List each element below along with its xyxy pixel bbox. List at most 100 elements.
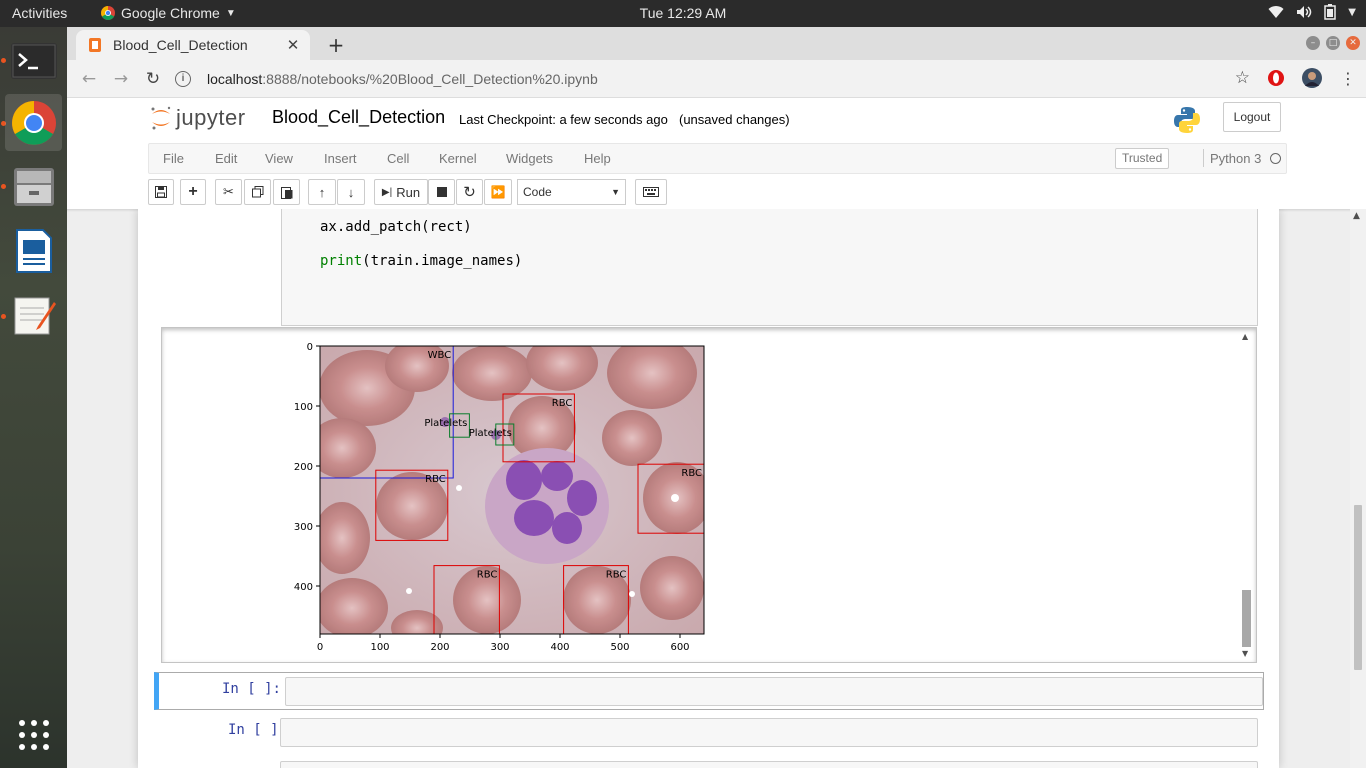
command-palette-button[interactable] xyxy=(635,179,667,205)
code-cell-input[interactable]: ax.add_patch(rect) print(train.image_nam… xyxy=(281,209,1258,326)
dock-files[interactable] xyxy=(5,158,62,215)
url-path: :8888/notebooks/%20Blood_Cell_Detection%… xyxy=(262,71,598,87)
copy-button[interactable] xyxy=(244,179,271,205)
empty-code-cell-selected[interactable]: In [ ]: xyxy=(154,672,1264,710)
menu-insert[interactable]: Insert xyxy=(324,151,357,166)
restart-run-all-button[interactable]: ⏩ xyxy=(484,179,512,205)
reload-icon[interactable]: ↻ xyxy=(142,68,164,90)
notebook-name[interactable]: Blood_Cell_Detection xyxy=(272,107,445,128)
dock-terminal[interactable] xyxy=(5,32,62,89)
move-down-button[interactable]: ↓ xyxy=(337,179,365,205)
cell-input-editor-partial[interactable] xyxy=(280,761,1258,768)
stop-icon xyxy=(436,187,447,197)
arrow-down-icon: ↓ xyxy=(347,184,355,200)
menu-help[interactable]: Help xyxy=(584,151,611,166)
profile-avatar[interactable] xyxy=(1302,68,1322,88)
menu-edit[interactable]: Edit xyxy=(215,151,237,166)
restart-icon: ↻ xyxy=(463,184,476,201)
python-logo-icon xyxy=(1174,107,1200,133)
close-tab-icon[interactable]: ✕ xyxy=(282,36,304,54)
input-prompt: In [ ]: xyxy=(227,722,287,738)
paste-button[interactable] xyxy=(273,179,300,205)
opera-extension-icon[interactable] xyxy=(1268,70,1284,86)
menu-widgets[interactable]: Widgets xyxy=(506,151,553,166)
insert-cell-button[interactable]: + xyxy=(180,179,206,205)
dock-show-applications[interactable] xyxy=(5,706,62,763)
print-argument: train.image_names xyxy=(370,253,514,269)
system-tray[interactable]: ▼ xyxy=(1268,4,1356,20)
kernel-name: Python 3 xyxy=(1210,151,1262,166)
keyboard-icon xyxy=(643,187,659,197)
close-window-icon[interactable]: ✕ xyxy=(1346,36,1360,50)
jupyter-logo-icon xyxy=(151,106,171,130)
dock-text-editor[interactable] xyxy=(5,286,62,343)
x-tick-label: 500 xyxy=(610,642,629,653)
battery-icon xyxy=(1324,4,1337,20)
text-editor-icon xyxy=(14,297,56,334)
move-up-button[interactable]: ↑ xyxy=(308,179,336,205)
chrome-menu-icon[interactable]: ⋮ xyxy=(1340,69,1356,88)
logout-button[interactable]: Logout xyxy=(1223,102,1281,132)
interrupt-button[interactable] xyxy=(428,179,455,205)
plus-icon: + xyxy=(188,183,198,200)
trusted-indicator[interactable]: Trusted xyxy=(1115,148,1170,169)
box-label: RBC xyxy=(681,468,702,479)
file-manager-icon xyxy=(13,167,54,206)
dock-writer[interactable] xyxy=(5,222,62,279)
cell-input-editor[interactable] xyxy=(285,677,1263,706)
new-tab-button[interactable]: + xyxy=(325,33,347,57)
step-forward-icon: ▶| xyxy=(381,186,393,198)
jupyter-logo[interactable]: jupyter xyxy=(150,105,246,131)
app-menu[interactable]: Google Chrome ▼ xyxy=(101,5,236,21)
menu-view[interactable]: View xyxy=(265,151,293,166)
browser-tab[interactable]: Blood_Cell_Detection ✕ xyxy=(76,30,310,60)
maximize-icon[interactable]: □ xyxy=(1326,36,1340,50)
x-axis: 0 100 200 300 400 500 600 xyxy=(317,634,690,653)
box-label: RBC xyxy=(477,570,498,581)
clock[interactable]: Tue 12:29 AM xyxy=(640,5,727,21)
jupyter-header: jupyter Blood_Cell_Detection Last Checkp… xyxy=(67,98,1366,138)
scroll-down-arrow-icon[interactable]: ▼ xyxy=(1242,649,1248,658)
page-scrollbar[interactable]: ▲ xyxy=(1350,209,1366,768)
copy-icon xyxy=(251,186,263,198)
bookmark-star-icon[interactable]: ☆ xyxy=(1235,68,1250,88)
x-tick-label: 300 xyxy=(490,642,509,653)
volume-icon xyxy=(1297,6,1312,18)
forward-arrow-icon[interactable]: → xyxy=(110,68,132,90)
kernel-separator xyxy=(1203,149,1204,167)
scroll-up-arrow-icon[interactable]: ▲ xyxy=(1242,332,1248,341)
box-label: RBC xyxy=(552,398,573,409)
annotated-image-plot: WBC RBC PlateletsPlatelets RBC RBC RBC RBC 0 10… xyxy=(294,342,705,653)
url-host: localhost xyxy=(207,71,263,87)
menu-file[interactable]: File xyxy=(163,151,184,166)
y-tick-label: 400 xyxy=(294,582,313,593)
print-keyword: print xyxy=(320,253,363,269)
run-button[interactable]: ▶| Run xyxy=(374,179,428,205)
cell-output[interactable]: WBC RBC Platelets Platelets RBC RBC RBC RBC 0 10… xyxy=(161,327,1257,663)
dock-chrome[interactable] xyxy=(5,94,62,151)
activities-button[interactable]: Activities xyxy=(12,5,67,21)
address-bar[interactable]: i localhost:8888/notebooks/%20Blood_Cell… xyxy=(175,65,1270,93)
output-scroll-thumb[interactable] xyxy=(1242,590,1251,647)
empty-code-cell[interactable]: In [ ]: xyxy=(154,714,1264,752)
page-scroll-thumb[interactable] xyxy=(1354,505,1362,670)
info-icon[interactable]: i xyxy=(175,71,191,87)
run-label: Run xyxy=(396,184,421,200)
output-scrollbar[interactable]: ▲ ▼ xyxy=(1242,332,1251,658)
terminal-icon xyxy=(10,42,57,79)
cell-type-select[interactable]: Code ▼ xyxy=(517,179,626,205)
menu-cell[interactable]: Cell xyxy=(387,151,409,166)
cell-input-editor[interactable] xyxy=(280,718,1258,747)
box-label: Platelets xyxy=(469,428,512,439)
notebook-menubar: File Edit View Insert Cell Kernel Widget… xyxy=(148,143,1287,174)
cut-button[interactable]: ✂ xyxy=(215,179,242,205)
scroll-up-arrow-icon[interactable]: ▲ xyxy=(1353,211,1360,221)
restart-button[interactable]: ↻ xyxy=(456,179,483,205)
menu-kernel[interactable]: Kernel xyxy=(439,151,477,166)
back-arrow-icon[interactable]: ← xyxy=(78,68,100,90)
save-button[interactable] xyxy=(148,179,174,205)
box-label: WBC xyxy=(428,350,452,361)
checkpoint-status: Last Checkpoint: a few seconds ago xyxy=(459,112,668,127)
arrow-up-icon: ↑ xyxy=(318,184,326,200)
minimize-icon[interactable]: – xyxy=(1306,36,1320,50)
